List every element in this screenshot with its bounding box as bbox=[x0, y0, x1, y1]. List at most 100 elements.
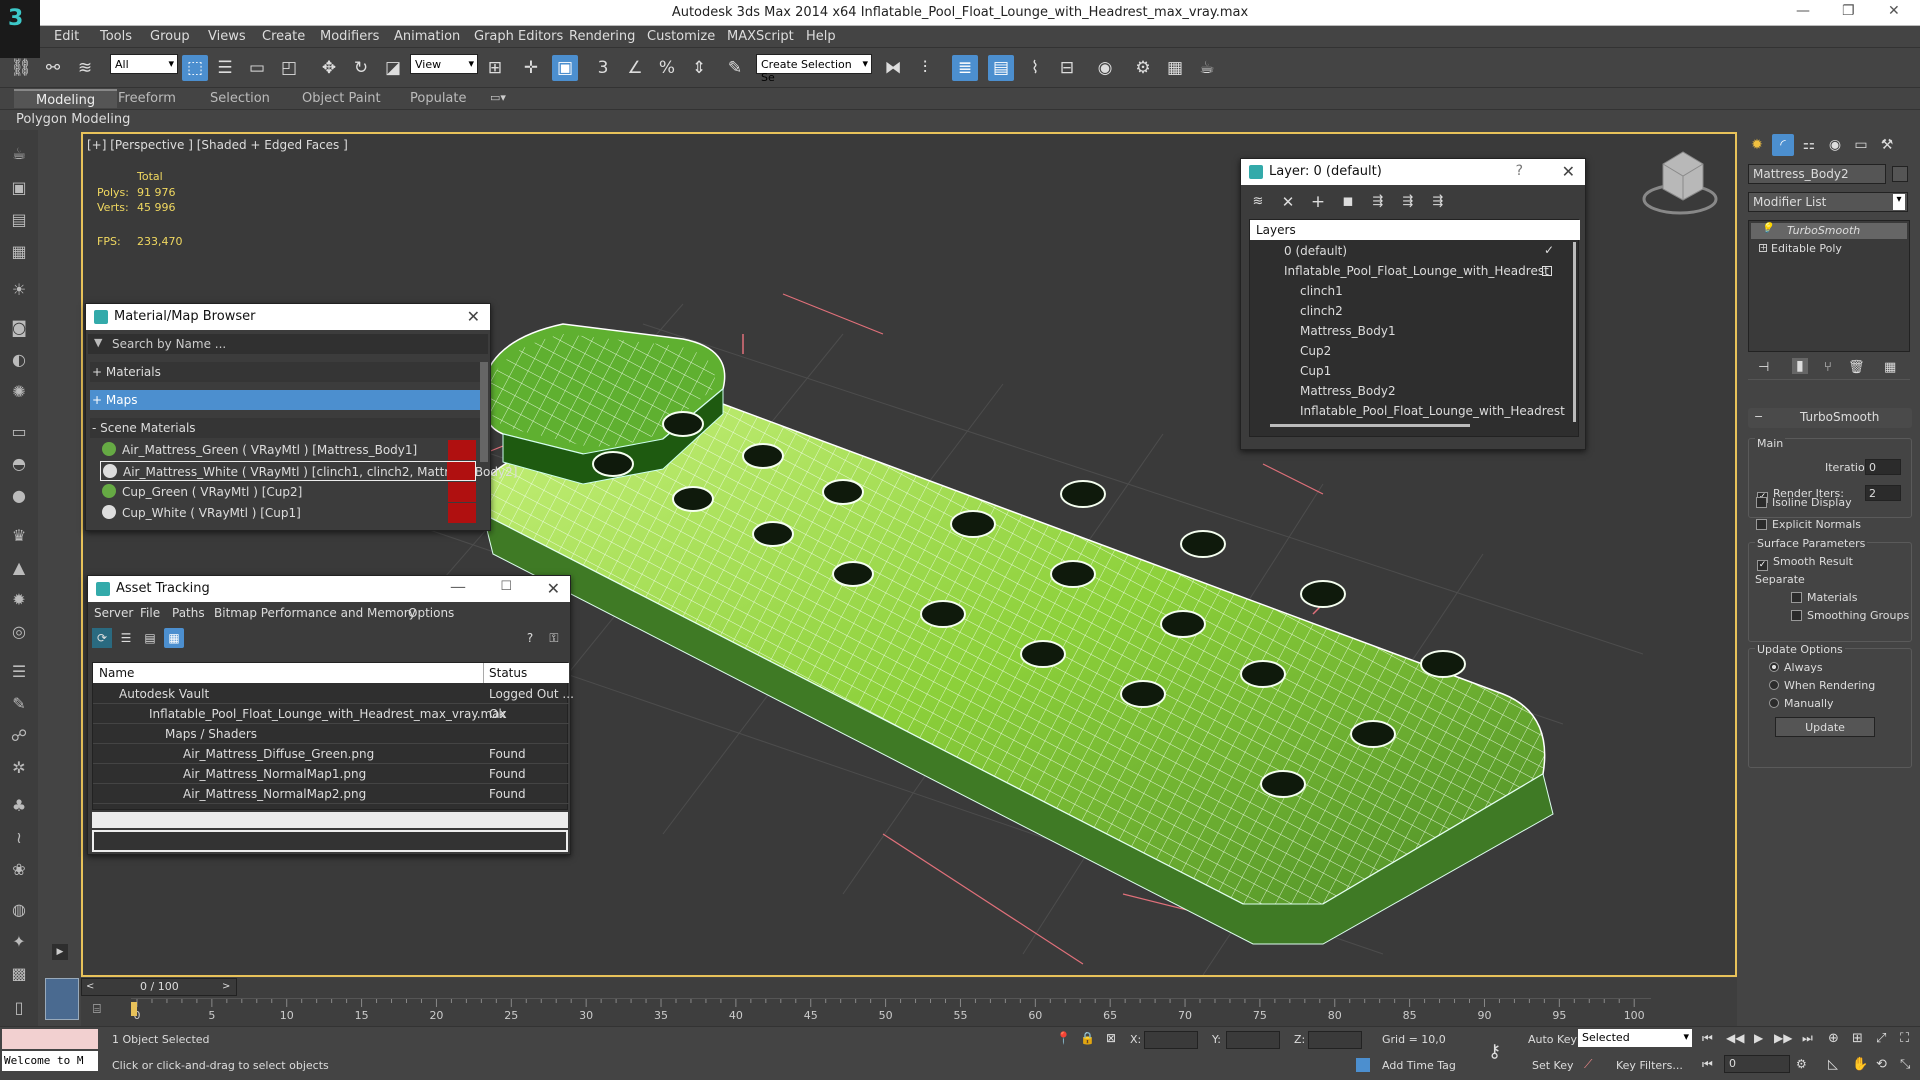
table-row[interactable]: Inflatable_Pool_Float_Lounge_with_Headre… bbox=[93, 704, 569, 724]
section-materials[interactable]: + Materials bbox=[90, 362, 484, 382]
configure-sets-icon[interactable]: ▦ bbox=[1884, 360, 1896, 375]
expand-icon[interactable]: + bbox=[1759, 244, 1767, 252]
asset-minimize-icon[interactable]: — bbox=[450, 577, 466, 596]
freeze-layer-icon[interactable]: ⇶ bbox=[1427, 191, 1449, 213]
bind-spacewarp-icon[interactable]: ≋ bbox=[72, 55, 98, 81]
menu-animation[interactable]: Animation bbox=[394, 29, 460, 44]
rect-region-icon[interactable]: ▭ bbox=[244, 55, 270, 81]
refresh-icon[interactable]: ⟳ bbox=[92, 628, 112, 648]
material-item[interactable]: Cup_Green ( VRayMtl ) [Cup2] bbox=[100, 482, 476, 502]
restore-button[interactable]: ❐ bbox=[1842, 3, 1855, 19]
table-view-icon[interactable]: ▤ bbox=[140, 628, 160, 648]
smooth-result-checkbox[interactable]: ✓ Smooth Result bbox=[1757, 555, 1853, 571]
tab-selection[interactable]: Selection bbox=[210, 91, 270, 106]
menu-maxscript[interactable]: MAXScript bbox=[727, 29, 794, 44]
angle-snap-icon[interactable]: ∠ bbox=[622, 55, 648, 81]
align-icon[interactable]: ⫶ bbox=[912, 55, 938, 81]
asset-horizontal-scrollbar[interactable] bbox=[92, 812, 568, 828]
current-frame-field[interactable]: 0 bbox=[1724, 1055, 1790, 1073]
zoom-extents-icon[interactable]: ⤢ bbox=[1876, 1031, 1886, 1046]
pin-stack-icon[interactable]: ⊣ bbox=[1758, 360, 1769, 375]
menu-edit[interactable]: Edit bbox=[54, 29, 79, 44]
plane-icon[interactable]: ▭ bbox=[6, 420, 32, 444]
menu-group[interactable]: Group bbox=[150, 29, 190, 44]
menu-customize[interactable]: Customize bbox=[647, 29, 715, 44]
material-search-box[interactable]: ▼ Search by Name ... bbox=[88, 334, 488, 354]
track-bar[interactable]: 0 5 10 15 20 25 30 35 40 45 50 55 60 65 70 75 80 85 90 95 10… bbox=[131, 998, 1651, 1024]
stack-item-editable-poly[interactable]: + Editable Poly bbox=[1751, 241, 1907, 257]
layer-close-icon[interactable]: ✕ bbox=[1562, 162, 1575, 181]
set-key-button[interactable]: Set Key bbox=[1532, 1059, 1574, 1072]
menu-tools[interactable]: Tools bbox=[100, 29, 132, 44]
remove-modifier-icon[interactable]: 🗑 bbox=[1848, 360, 1865, 375]
material-browser-scrollbar[interactable] bbox=[480, 362, 488, 462]
add-time-tag-button[interactable]: Add Time Tag bbox=[1382, 1059, 1456, 1072]
material-item[interactable]: Air_Mattress_Green ( VRayMtl ) [Mattress… bbox=[100, 440, 476, 460]
asset-menu-options[interactable]: Options bbox=[408, 606, 454, 620]
material-item[interactable]: Cup_White ( VRayMtl ) [Cup1] bbox=[100, 503, 476, 523]
cloth-icon[interactable]: ❀ bbox=[6, 858, 32, 882]
stack-item-turbosmooth[interactable]: 💡 TurboSmooth bbox=[1751, 223, 1907, 239]
stairs-icon[interactable]: ☰ bbox=[6, 660, 32, 684]
curve-editor-icon[interactable]: ⌇ bbox=[1022, 55, 1048, 81]
expand-toolbar-icon[interactable]: ▶ bbox=[52, 944, 68, 960]
menu-graph-editors[interactable]: Graph Editors bbox=[474, 29, 563, 44]
viewport-label[interactable]: [+] [Perspective ] [Shaded + Edged Faces… bbox=[87, 138, 348, 152]
z-coordinate-field[interactable] bbox=[1308, 1031, 1362, 1049]
asset-menu-file[interactable]: File bbox=[140, 606, 160, 620]
snaps-toggle-icon[interactable]: 3 bbox=[590, 55, 616, 81]
menu-help[interactable]: Help bbox=[806, 29, 836, 44]
hair-icon[interactable]: ≀ bbox=[6, 826, 32, 850]
close-button[interactable]: ✕ bbox=[1888, 3, 1900, 19]
box-icon[interactable]: ▣ bbox=[6, 176, 32, 200]
separate-materials-checkbox[interactable]: Materials bbox=[1791, 591, 1857, 604]
tab-modeling[interactable]: Modeling bbox=[14, 89, 118, 108]
orbit-icon[interactable]: ⟲ bbox=[1876, 1057, 1887, 1072]
camera-icon[interactable]: ◙ bbox=[6, 316, 32, 340]
ribbon-options-icon[interactable]: ▭▾ bbox=[490, 91, 506, 104]
bone-icon[interactable]: ☍ bbox=[6, 724, 32, 748]
move-icon[interactable]: ✥ bbox=[316, 55, 342, 81]
create-tab-icon[interactable]: ✹ bbox=[1746, 134, 1768, 156]
rendered-frame-icon[interactable]: ▦ bbox=[1162, 55, 1188, 81]
paint-icon[interactable]: ✎ bbox=[6, 692, 32, 716]
material-browser-close-icon[interactable]: ✕ bbox=[467, 307, 480, 326]
sphere-gizmo-icon[interactable]: ◐ bbox=[6, 348, 32, 372]
menu-rendering[interactable]: Rendering bbox=[569, 29, 635, 44]
add-to-layer-icon[interactable]: + bbox=[1307, 191, 1329, 213]
grid-view-icon[interactable]: ▦ bbox=[164, 628, 184, 648]
zoom-all-icon[interactable]: ⊞ bbox=[1852, 1031, 1863, 1046]
utilities-tab-icon[interactable]: ⚒ bbox=[1876, 134, 1898, 156]
time-slider-next-icon[interactable]: > bbox=[222, 981, 230, 992]
asset-path-field[interactable] bbox=[92, 830, 568, 852]
named-selection-dropdown[interactable]: Create Selection Se bbox=[756, 54, 872, 84]
update-rendering-radio[interactable]: When Rendering bbox=[1769, 679, 1875, 692]
section-maps[interactable]: + Maps bbox=[90, 390, 484, 410]
maxscript-listener-input[interactable]: Welcome to M bbox=[2, 1051, 98, 1071]
key-mode-toggle-icon[interactable]: ⏮ bbox=[1702, 1057, 1713, 1072]
vray-icon[interactable]: ✦ bbox=[6, 930, 32, 954]
update-manually-radio[interactable]: Manually bbox=[1769, 697, 1834, 710]
sphere-icon[interactable]: ● bbox=[6, 484, 32, 508]
zoom-extents-all-icon[interactable]: ⛶ bbox=[1900, 1031, 1909, 1046]
modify-tab-icon[interactable]: ◜ bbox=[1772, 134, 1794, 156]
layer-checkbox[interactable] bbox=[1542, 266, 1552, 276]
sun-icon[interactable]: ✹ bbox=[6, 588, 32, 612]
active-viewport-thumbnail[interactable] bbox=[45, 978, 79, 1020]
render-production-icon[interactable]: ☕ bbox=[1194, 55, 1220, 81]
col-name[interactable]: Name bbox=[99, 666, 134, 680]
delete-layer-icon[interactable]: ✕ bbox=[1277, 191, 1299, 213]
vault-login-icon[interactable]: ⚿ bbox=[544, 628, 564, 648]
window-crossing-icon[interactable]: ◰ bbox=[276, 55, 302, 81]
prev-frame-icon[interactable]: ◀◀ bbox=[1726, 1031, 1744, 1045]
list-view-icon[interactable]: ☰ bbox=[116, 628, 136, 648]
grid-icon[interactable]: ▤ bbox=[6, 208, 32, 232]
tab-populate[interactable]: Populate bbox=[410, 91, 467, 106]
active-layer-check-icon[interactable]: ✓ bbox=[1544, 243, 1554, 257]
asset-close-icon[interactable]: ✕ bbox=[547, 579, 560, 598]
link-icon[interactable]: ⛓ bbox=[8, 55, 34, 81]
select-by-name-icon[interactable]: ☰ bbox=[212, 55, 238, 81]
plant-icon[interactable]: ♣ bbox=[6, 794, 32, 818]
vfb-icon[interactable]: ▩ bbox=[6, 962, 32, 986]
schematic-view-icon[interactable]: ⊟ bbox=[1054, 55, 1080, 81]
